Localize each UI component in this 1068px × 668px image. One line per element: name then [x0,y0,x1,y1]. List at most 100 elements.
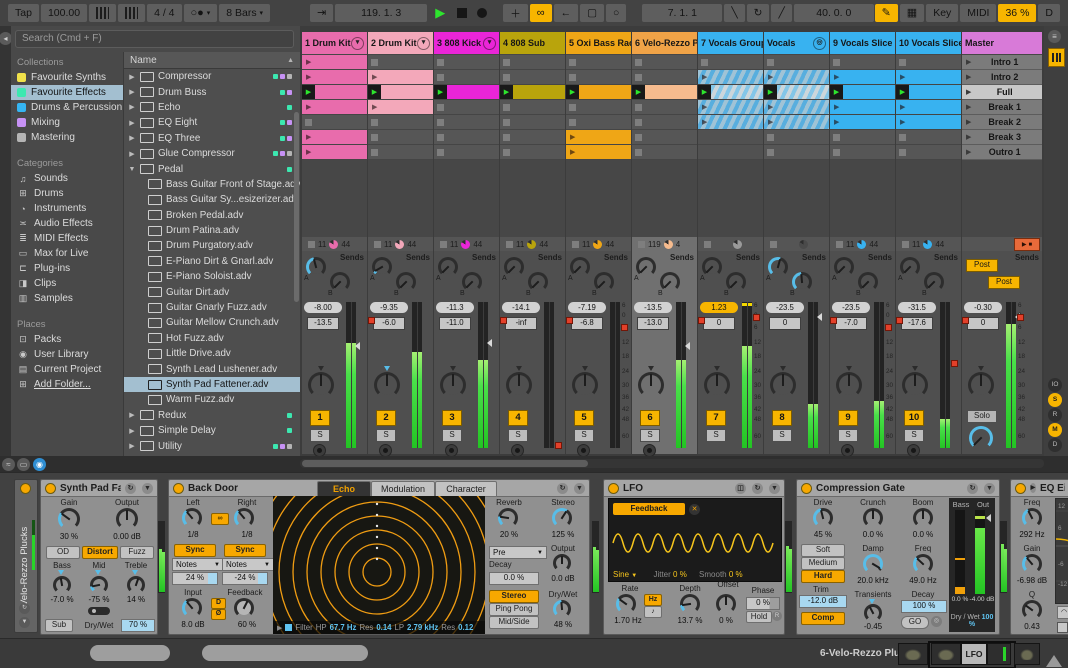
scene-row-3[interactable]: ▶ Full [962,85,1042,100]
save-preset-icon[interactable]: ▼ [769,482,780,494]
retrigger-button[interactable]: R [772,611,782,621]
drive-knob[interactable] [813,508,833,528]
save-preset-icon[interactable]: ▼ [19,617,30,628]
mixer-section-toggle-m[interactable]: M [1048,423,1062,437]
clip-stop-button[interactable] [635,133,642,141]
clip-stop-button[interactable] [437,118,444,126]
solo-button[interactable]: S [442,429,462,442]
device-thumbnail[interactable] [987,643,1011,665]
clip[interactable]: ▶ [302,70,367,85]
feedback-knob[interactable] [234,598,254,618]
fuzz-mode-button[interactable]: Fuzz [120,546,154,559]
phase-field[interactable]: 0 % [746,597,780,610]
clip-stop-slot[interactable] [368,55,433,70]
clip-stop-slot[interactable] [698,55,763,70]
folder-closed-icon[interactable]: ▶ [128,88,136,96]
volume-field[interactable]: 0 [703,317,735,330]
damp-knob[interactable] [863,554,883,574]
clip-stop-slot[interactable] [500,55,565,70]
clip-play-icon[interactable]: ▶ [900,118,905,126]
clip-playing[interactable]: ▶ [764,85,829,100]
clip[interactable]: ▶ [896,100,961,115]
clip-playing[interactable]: ▶ [566,85,631,100]
lfo-title-bar[interactable]: LFO ◫ ↻ ▼ [604,480,784,497]
file-item[interactable]: E-Piano Soloist.adv [124,269,300,284]
clip-stop-button[interactable] [503,73,510,81]
listen-icon[interactable]: ◎ [931,616,942,627]
session-overview-toggle[interactable] [1048,48,1065,67]
track-stop-button[interactable] [770,240,777,248]
offset-knob[interactable] [716,594,736,614]
clip[interactable]: ▶ [830,115,895,130]
clip[interactable]: ▶ [302,55,367,70]
mixer-section-toggle-d[interactable]: D [1048,438,1062,452]
clip-play-icon[interactable]: ▶ [306,58,311,66]
send-a-knob[interactable] [570,257,590,277]
solo-button[interactable]: S [376,429,396,442]
file-item[interactable]: Bass Guitar Sy...esizerizer.adv [124,192,300,207]
clip-stop-slot[interactable] [434,115,499,130]
clip-play-icon[interactable]: ▶ [306,148,311,156]
clip-stop-slot[interactable] [566,70,631,85]
volume-field[interactable]: -11.0 [439,317,471,330]
punch-in-button[interactable]: ╲ [724,4,745,22]
file-item[interactable]: Broken Pedal.adv [124,208,300,223]
send-a-knob[interactable] [834,257,854,277]
stereo-mode-button[interactable]: Stereo [489,590,539,603]
draw-mode-button[interactable]: ✎ [874,4,898,22]
clip-stop-slot[interactable] [896,130,961,145]
save-preset-icon[interactable]: ▼ [574,482,585,494]
tab-character[interactable]: Character [435,481,497,497]
track-stop-button[interactable] [572,240,579,248]
scene-row-1[interactable]: ▶ Intro 1 [962,55,1042,70]
tab-echo[interactable]: Echo [317,481,371,497]
clip-stop-button[interactable] [767,148,774,156]
clip-stop-slot[interactable] [632,55,697,70]
file-item[interactable]: Drum Patina.adv [124,223,300,238]
clip-stop-button[interactable] [569,58,576,66]
pan-knob[interactable] [440,372,466,398]
folder-item[interactable]: ▶ EQ Three [124,131,300,146]
scene-row-5[interactable]: ▶ Break 2 [962,115,1042,130]
sync-left-button[interactable]: Sync [174,544,216,557]
folder-closed-icon[interactable]: ▶ [128,411,136,419]
folder-item[interactable]: ▶ Simple Delay [124,423,300,438]
clip-stop-slot[interactable] [896,55,961,70]
clip-stop-button[interactable] [569,103,576,111]
track-header[interactable]: 5 Oxi Bass Rack [566,32,631,54]
reverb-knob[interactable] [498,508,518,528]
track-header[interactable]: 9 Vocals Slice [830,32,895,54]
clip-stop-button[interactable] [503,118,510,126]
send-b-knob[interactable] [858,272,878,292]
hot-swap-icon[interactable]: ↻ [752,482,763,494]
clip[interactable]: ▶ [896,115,961,130]
clip-stop-button[interactable] [899,58,906,66]
volume-field[interactable]: -6.0 [373,317,405,330]
scene-play-icon[interactable]: ▶ [966,73,971,81]
clip-play-button[interactable]: ▶ [764,85,777,99]
track-stop-button[interactable] [440,240,447,248]
master-header[interactable]: Master [962,32,1042,54]
scene-play-icon[interactable]: ▶ [966,58,971,66]
folder-closed-icon[interactable]: ▶ [128,150,136,158]
clip-play-icon[interactable]: ▶ [306,103,311,111]
stereo-link-button[interactable]: ∞ [211,513,229,525]
hz-mode-button[interactable]: Hz [644,594,662,606]
track-stop-button[interactable] [836,240,843,248]
pedal-title-bar[interactable]: Synth Pad Fatte... ↻ ▼ [41,480,157,497]
mid-focus-toggle[interactable] [88,607,110,615]
reverb-position-dropdown[interactable]: Pre ▼ [489,546,547,559]
tab-modulation[interactable]: Modulation [371,481,435,497]
mixer-section-toggle-io[interactable]: IO [1048,378,1062,392]
eq-freq-knob[interactable] [1022,508,1042,528]
clip-stop-slot[interactable] [764,145,829,160]
clip-stop-slot[interactable] [500,130,565,145]
pan-knob[interactable] [638,372,664,398]
sidebar-item-clips[interactable]: ◨ Clips [11,276,123,291]
echo-display[interactable]: ▶ Filter HP 67.7 Hz Res 0.14 LP 2.79 kHz Res… [273,496,485,634]
clip-play-icon[interactable]: ▶ [372,103,377,111]
sidebar-item-max-for-live[interactable]: ▭ Max for Live [11,246,123,261]
echo-filter-bar[interactable]: ▶ Filter HP 67.7 Hz Res 0.14 LP 2.79 kHz Res… [273,621,485,634]
hot-swap-icon[interactable]: ↻ [19,603,30,614]
scene-play-icon[interactable]: ▶ [966,103,971,111]
